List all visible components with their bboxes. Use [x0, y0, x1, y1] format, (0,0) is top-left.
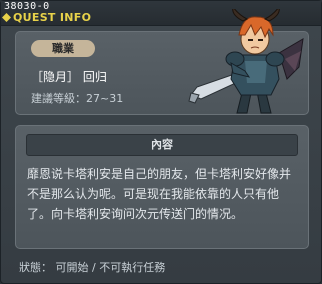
recommended-level: 建議等級：27~31 — [31, 92, 124, 105]
quest-status: 狀態： 可開始 / 不可執行任務 — [19, 261, 166, 274]
content-panel: 內容 靡恩说卡塔利安是自己的朋友，但卡塔利安好像并不是那么认为呢。可是现在我能依… — [15, 125, 309, 249]
quest-info-icon — [2, 13, 11, 22]
quest-info-window: 38030-0 QUEST INFO 職業 ［隐月］ 回归 建議等級：27~31 — [0, 0, 322, 284]
npc-portrait-icon — [188, 9, 304, 114]
job-badge: 職業 — [31, 40, 95, 57]
quest-description: 靡恩说卡塔利安是自己的朋友，但卡塔利安好像并不是那么认为呢。可是现在我能依靠的人… — [27, 167, 292, 221]
quest-job-name: ［隐月］ 回归 — [31, 70, 107, 84]
content-header: 內容 — [26, 134, 298, 156]
window-title: QUEST INFO — [13, 11, 92, 24]
